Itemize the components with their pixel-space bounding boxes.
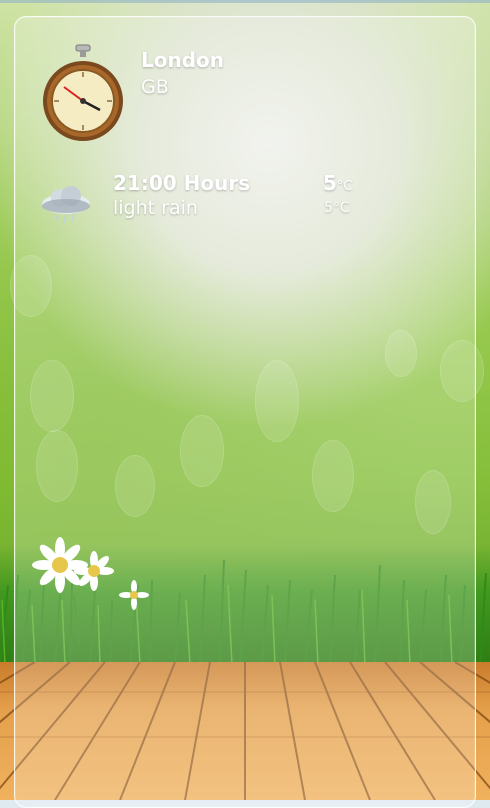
temperature-low: 5°C: [324, 200, 350, 216]
rain-cloud-icon: [42, 186, 90, 223]
weather-condition: light rain: [113, 197, 198, 219]
temperature-high-value: 5: [323, 171, 337, 195]
temperature-high: 5°C: [323, 171, 353, 195]
temperature-high-unit: °C: [336, 179, 353, 194]
top-edge: [0, 0, 490, 3]
stopwatch-clock-icon: [43, 44, 123, 141]
forecast-time: 21:00 Hours: [113, 171, 251, 195]
country-code: GB: [141, 76, 169, 98]
city-name: London: [141, 48, 225, 72]
